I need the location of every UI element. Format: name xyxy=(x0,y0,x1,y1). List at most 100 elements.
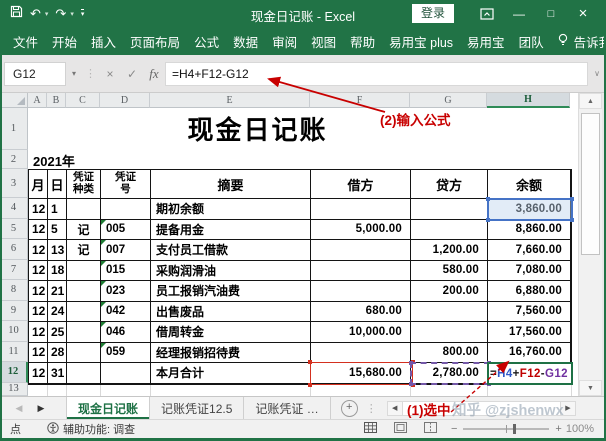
ribbon-tab-3[interactable]: 页面布局 xyxy=(123,27,187,55)
cell-A6[interactable]: 12 xyxy=(29,240,48,261)
ribbon-tab-1[interactable]: 开始 xyxy=(45,27,84,55)
cell-A4[interactable]: 12 xyxy=(29,199,48,220)
column-header-B[interactable]: B xyxy=(47,93,66,108)
column-header-G[interactable]: G xyxy=(410,93,487,108)
cell-B8[interactable]: 21 xyxy=(48,281,67,302)
cell-F9[interactable]: 680.00 xyxy=(311,302,411,323)
cell-B4[interactable]: 1 xyxy=(48,199,67,220)
cell-A12[interactable]: 12 xyxy=(29,363,48,384)
ribbon-tab-8[interactable]: 帮助 xyxy=(343,27,382,55)
cell-A7[interactable]: 12 xyxy=(29,261,48,282)
cell-B12[interactable]: 31 xyxy=(48,363,67,384)
column-header-C[interactable]: C xyxy=(66,93,100,108)
row-header-7[interactable]: 7 xyxy=(0,260,28,281)
zoom-thumb[interactable] xyxy=(513,424,516,434)
cell-H9[interactable]: 7,560.00 xyxy=(488,302,571,323)
vertical-scrollbar-thumb[interactable] xyxy=(581,113,600,255)
cell-D10[interactable]: 046 xyxy=(101,322,151,343)
cell-B6[interactable]: 13 xyxy=(48,240,67,261)
cell-C12[interactable] xyxy=(67,363,101,384)
scroll-left-icon[interactable]: ◀ xyxy=(387,401,403,416)
cell-B7[interactable]: 18 xyxy=(48,261,67,282)
cell-H6[interactable]: 7,660.00 xyxy=(488,240,571,261)
select-all-button[interactable] xyxy=(0,93,28,108)
cell-B5[interactable]: 5 xyxy=(48,220,67,241)
cell-D9[interactable]: 042 xyxy=(101,302,151,323)
cell-A8[interactable]: 12 xyxy=(29,281,48,302)
scroll-down-icon[interactable]: ▼ xyxy=(579,380,602,396)
row-header-12[interactable]: 12 xyxy=(0,362,28,383)
cell-A10[interactable]: 12 xyxy=(29,322,48,343)
ribbon-tab-6[interactable]: 审阅 xyxy=(265,27,304,55)
cell-H5[interactable]: 8,860.00 xyxy=(488,220,571,241)
cell-F10[interactable]: 10,000.00 xyxy=(311,322,411,343)
row-header-5[interactable]: 5 xyxy=(0,219,28,240)
cell-H7[interactable]: 7,080.00 xyxy=(488,261,571,282)
ribbon-tab-7[interactable]: 视图 xyxy=(304,27,343,55)
cell-A5[interactable]: 12 xyxy=(29,220,48,241)
zoom-out-icon[interactable]: − xyxy=(451,423,457,435)
scroll-up-icon[interactable]: ▲ xyxy=(579,93,602,109)
cell-F6[interactable] xyxy=(311,240,411,261)
cell-E7[interactable]: 采购润滑油 xyxy=(151,261,311,282)
cell-D11[interactable]: 059 xyxy=(101,343,151,364)
edit-cell-h12[interactable]: =H4+F12-G12 xyxy=(487,362,573,385)
cell-D6[interactable]: 007 xyxy=(101,240,151,261)
row-header-2[interactable]: 2 xyxy=(0,150,28,169)
zoom-level[interactable]: 100% xyxy=(566,423,594,435)
cell-C11[interactable] xyxy=(67,343,101,364)
insert-function-icon[interactable]: fx xyxy=(143,66,165,82)
cell-E10[interactable]: 借周转金 xyxy=(151,322,311,343)
cell-G4[interactable] xyxy=(411,199,488,220)
row-header-1[interactable]: 1 xyxy=(0,108,28,150)
zoom-track[interactable] xyxy=(463,428,549,430)
normal-view-icon[interactable] xyxy=(364,422,377,436)
cell-E12[interactable]: 本月合计 xyxy=(151,363,311,384)
cell-H11[interactable]: 16,760.00 xyxy=(488,343,571,364)
cell-D5[interactable]: 005 xyxy=(101,220,151,241)
cell-F7[interactable] xyxy=(311,261,411,282)
sheet-tab-0[interactable]: 现金日记账 xyxy=(66,397,150,419)
tab-nav-right-icon[interactable]: ▶ xyxy=(30,397,52,419)
cell-F4[interactable] xyxy=(311,199,411,220)
cell-H8[interactable]: 6,880.00 xyxy=(488,281,571,302)
cell-G8[interactable]: 200.00 xyxy=(411,281,488,302)
cell-D12[interactable] xyxy=(101,363,151,384)
cell-E5[interactable]: 提备用金 xyxy=(151,220,311,241)
cell-C6[interactable]: 记 xyxy=(67,240,101,261)
ribbon-tab-10[interactable]: 易用宝 xyxy=(460,27,512,55)
name-box-dropdown-icon[interactable]: ▾ xyxy=(66,69,82,78)
zoom-slider[interactable]: − + xyxy=(451,423,562,435)
cell-B10[interactable]: 25 xyxy=(48,322,67,343)
vertical-scrollbar[interactable]: ▲ ▼ xyxy=(578,93,602,396)
cell-F8[interactable] xyxy=(311,281,411,302)
close-button[interactable]: × xyxy=(568,0,598,27)
cell-E6[interactable]: 支付员工借款 xyxy=(151,240,311,261)
cell-G6[interactable]: 1,200.00 xyxy=(411,240,488,261)
tab-options-icon[interactable]: ⋮ xyxy=(366,402,377,415)
formula-input[interactable]: =H4+F12-G12 xyxy=(165,62,588,86)
cell-A11[interactable]: 12 xyxy=(29,343,48,364)
row-header-8[interactable]: 8 xyxy=(0,280,28,301)
row-header-4[interactable]: 4 xyxy=(0,198,28,219)
row-header-6[interactable]: 6 xyxy=(0,239,28,260)
ribbon-tab-0[interactable]: 文件 xyxy=(6,27,45,55)
ribbon-tab-4[interactable]: 公式 xyxy=(187,27,226,55)
row-header-13[interactable]: 13 xyxy=(0,383,28,397)
cell-D8[interactable]: 023 xyxy=(101,281,151,302)
cell-F5[interactable]: 5,000.00 xyxy=(311,220,411,241)
column-header-F[interactable]: F xyxy=(310,93,410,108)
cell-C8[interactable] xyxy=(67,281,101,302)
sheet-tab-2[interactable]: 记账凭证 … xyxy=(244,397,330,419)
login-button[interactable]: 登录 xyxy=(412,4,454,23)
cancel-icon[interactable]: × xyxy=(99,67,121,81)
new-sheet-icon[interactable]: + xyxy=(341,400,358,417)
maximize-button[interactable]: □ xyxy=(536,0,566,27)
ribbon-tab-9[interactable]: 易用宝 plus xyxy=(382,27,460,55)
name-box[interactable]: G12 xyxy=(4,62,66,86)
cell-H10[interactable]: 17,560.00 xyxy=(488,322,571,343)
page-break-preview-icon[interactable] xyxy=(424,422,437,436)
cell-E11[interactable]: 经理报销招待费 xyxy=(151,343,311,364)
cell-G9[interactable] xyxy=(411,302,488,323)
cell-G11[interactable]: 800.00 xyxy=(411,343,488,364)
